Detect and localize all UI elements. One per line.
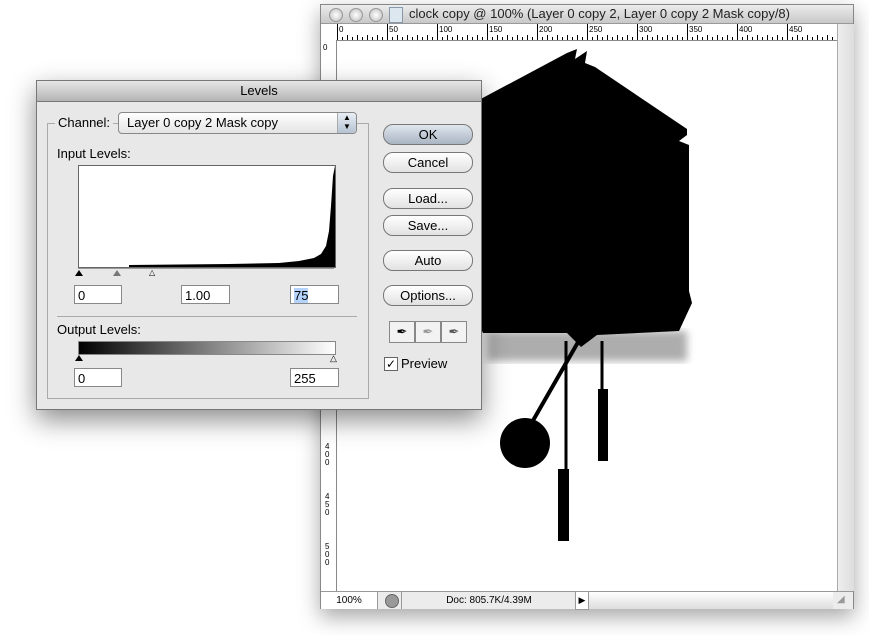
- document-title-bar[interactable]: clock copy @ 100% (Layer 0 copy 2, Layer…: [321, 5, 853, 24]
- input-black-field[interactable]: 0: [74, 285, 122, 304]
- ruler-label: 0: [339, 25, 344, 34]
- status-bar: 100% Doc: 805.7K/4.39M ▶ ◢: [321, 591, 853, 610]
- document-icon: [389, 7, 403, 23]
- ruler-label: 500: [325, 542, 330, 567]
- ruler-label: 0: [323, 43, 328, 52]
- output-white-field[interactable]: 255: [290, 368, 339, 387]
- white-point-slider[interactable]: △: [149, 269, 157, 277]
- close-button[interactable]: [329, 8, 343, 22]
- zoom-button[interactable]: [369, 8, 383, 22]
- save-button[interactable]: Save...: [383, 215, 473, 236]
- output-levels-label: Output Levels:: [57, 322, 141, 337]
- input-white-field[interactable]: 75: [290, 285, 339, 304]
- ruler-label: 150: [489, 25, 503, 34]
- zoom-level[interactable]: 100%: [321, 592, 378, 609]
- channel-select[interactable]: Layer 0 copy 2 Mask copy ▲ ▼: [118, 112, 357, 134]
- output-white-slider[interactable]: △: [330, 353, 337, 364]
- preview-label: Preview: [401, 356, 448, 371]
- dialog-title: Levels: [37, 81, 481, 102]
- document-title: clock copy @ 100% (Layer 0 copy 2, Layer…: [409, 6, 790, 21]
- black-point-slider[interactable]: [75, 270, 83, 276]
- status-info-icon[interactable]: [385, 594, 399, 608]
- ruler-label: 400: [739, 25, 753, 34]
- white-eyedropper-icon[interactable]: ✒: [441, 321, 467, 343]
- output-black-field[interactable]: 0: [74, 368, 122, 387]
- ok-button[interactable]: OK: [383, 124, 473, 145]
- cancel-button[interactable]: Cancel: [383, 152, 473, 173]
- horizontal-ruler[interactable]: 0 50 100 150 200 250 300 350 400 450: [336, 24, 837, 41]
- ruler-label: 350: [689, 25, 703, 34]
- gray-eyedropper-icon[interactable]: ✒: [415, 321, 441, 343]
- ruler-label: 450: [325, 492, 330, 517]
- channel-label: Channel:: [55, 115, 114, 130]
- ruler-ticks: [337, 24, 833, 40]
- black-eyedropper-icon[interactable]: ✒: [389, 321, 415, 343]
- doc-size: Doc: 805.7K/4.39M: [401, 592, 576, 609]
- vertical-scrollbar[interactable]: [837, 24, 854, 591]
- input-levels-label: Input Levels:: [57, 146, 131, 161]
- ruler-label: 100: [439, 25, 453, 34]
- minimize-button[interactable]: [349, 8, 363, 22]
- channel-value: Layer 0 copy 2 Mask copy: [127, 115, 279, 130]
- ruler-label: 300: [639, 25, 653, 34]
- resize-grip-icon[interactable]: ◢: [837, 594, 845, 605]
- horizontal-scrollbar[interactable]: [589, 592, 833, 609]
- histogram: [78, 165, 336, 268]
- ruler-label: 200: [539, 25, 553, 34]
- gamma-slider[interactable]: [113, 270, 121, 276]
- ruler-label: 450: [789, 25, 803, 34]
- ruler-label: 250: [589, 25, 603, 34]
- ruler-label: 400: [325, 442, 330, 467]
- output-gradient: [78, 341, 336, 355]
- load-button[interactable]: Load...: [383, 188, 473, 209]
- options-button[interactable]: Options...: [383, 285, 473, 306]
- ruler-label: 50: [389, 25, 398, 34]
- select-arrows-icon: ▲ ▼: [337, 113, 356, 133]
- levels-dialog: Levels Channel: Layer 0 copy 2 Mask copy…: [36, 80, 482, 410]
- input-gamma-field[interactable]: 1.00: [181, 285, 230, 304]
- preview-checkbox[interactable]: ✓: [384, 357, 398, 371]
- status-menu-arrow-icon[interactable]: ▶: [575, 592, 589, 610]
- output-black-slider[interactable]: [75, 355, 83, 361]
- auto-button[interactable]: Auto: [383, 250, 473, 271]
